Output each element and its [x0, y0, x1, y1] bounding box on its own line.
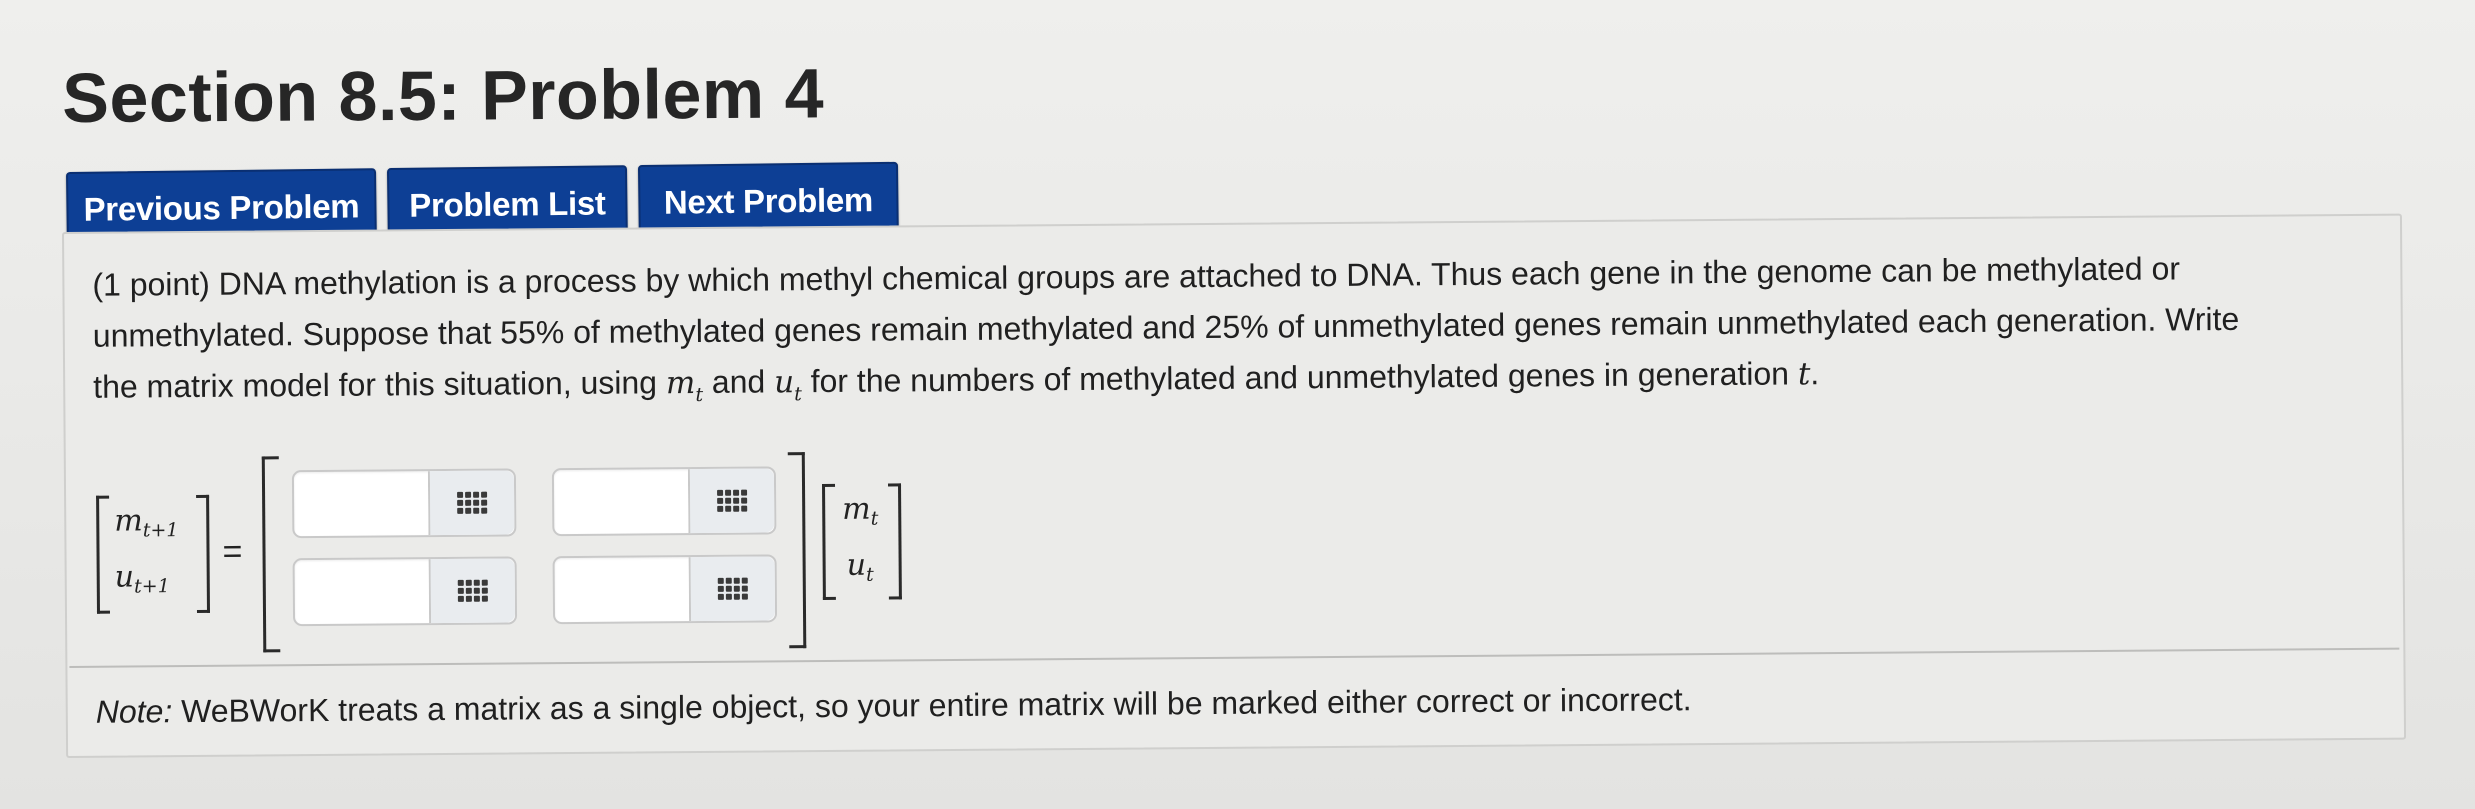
var-t: t [1797, 356, 1811, 393]
var-m-sub: t [695, 383, 704, 407]
rhs-top: mt [842, 491, 879, 530]
matrix-entry-r1c1-input[interactable] [293, 471, 425, 537]
rhs-left-bracket [822, 483, 836, 601]
period: . [1810, 355, 1820, 392]
matrix-entry-r1c2-input[interactable] [553, 469, 685, 535]
lhs-bottom-sub: t+1 [134, 575, 170, 598]
matrix-left-bracket [261, 456, 281, 653]
lhs-top: mt+1 [114, 503, 179, 542]
lhs-right-bracket [196, 494, 210, 613]
lhs-left-bracket [96, 495, 110, 614]
matrix-entry-r2c2[interactable] [552, 554, 778, 625]
problem-line-3-suffix: for the numbers of methylated and unmeth… [810, 355, 1790, 400]
matrix-grid-icon[interactable] [428, 558, 516, 624]
matrix-entry-r1c2[interactable] [551, 466, 777, 537]
matrix-grid-icon[interactable] [687, 468, 775, 534]
var-m: m [665, 365, 696, 402]
lhs-bottom-var: u [114, 559, 135, 595]
lhs-top-sub: t+1 [142, 519, 179, 542]
matrix-grid-icon[interactable] [688, 556, 776, 622]
matrix-entry-r1c1[interactable] [291, 468, 517, 539]
matrix-note: Note: WeBWorK treats a matrix as a singl… [96, 681, 1692, 731]
matrix-grid-icon[interactable] [427, 470, 515, 536]
equals-sign: = [222, 532, 243, 571]
rhs-bottom-var: u [846, 547, 867, 583]
note-label: Note: [95, 693, 173, 730]
rhs-bottom-sub: t [865, 563, 874, 586]
var-u-sub: t [794, 383, 802, 406]
lhs-top-var: m [114, 503, 143, 539]
page-title: Section 8.5: Problem 4 [62, 54, 825, 137]
rhs-right-bracket [888, 483, 902, 600]
problem-line-3-and: and [711, 363, 766, 400]
problem-statement: (1 point) DNA methylation is a process b… [92, 242, 2393, 418]
lhs-bottom: ut+1 [114, 559, 170, 598]
matrix-equation: mt+1 ut+1 = mt ut [96, 449, 998, 656]
page: Section 8.5: Problem 4 Previous Problem … [0, 0, 2475, 809]
matrix-entry-r2c1[interactable] [292, 556, 518, 627]
rhs-top-var: m [842, 491, 871, 527]
note-text: WeBWorK treats a matrix as a single obje… [172, 681, 1692, 730]
matrix-right-bracket [787, 452, 807, 649]
problem-line-3-prefix: the matrix model for this situation, usi… [93, 364, 658, 405]
matrix-entry-r2c2-input[interactable] [554, 557, 686, 623]
rhs-top-sub: t [870, 507, 879, 530]
matrix-entry-r2c1-input[interactable] [294, 559, 426, 625]
rhs-bottom: ut [846, 547, 874, 586]
var-u: u [773, 364, 795, 401]
problem-container: (1 point) DNA methylation is a process b… [62, 213, 2407, 758]
